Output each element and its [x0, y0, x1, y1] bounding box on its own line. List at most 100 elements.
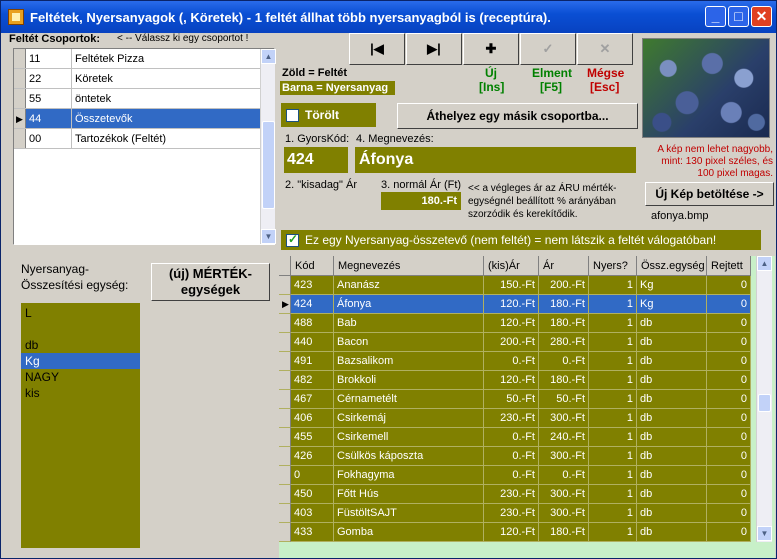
grid-cell[interactable]: Gomba	[334, 523, 484, 542]
grid-cell[interactable]: 150.-Ft	[484, 276, 539, 295]
grid-cell[interactable]: db	[637, 466, 707, 485]
grid-cell[interactable]: db	[637, 371, 707, 390]
grid-cell[interactable]: 300.-Ft	[539, 409, 589, 428]
grid-row[interactable]: 0 Fokhagyma 0.-Ft 0.-Ft 1 db 0	[279, 466, 756, 485]
grid-cell[interactable]: 440	[291, 333, 334, 352]
title-bar[interactable]: Feltétek, Nyersanyagok (, Köretek) - 1 f…	[1, 1, 776, 33]
grid-cell[interactable]: db	[637, 523, 707, 542]
grid-row[interactable]: 440 Bacon 200.-Ft 280.-Ft 1 db 0	[279, 333, 756, 352]
grid-cell[interactable]: 120.-Ft	[484, 523, 539, 542]
grid-cell[interactable]: 0	[707, 409, 751, 428]
scroll-thumb[interactable]	[262, 121, 275, 209]
grid-header-cell[interactable]: Rejtett	[707, 256, 751, 276]
grid-cell[interactable]: 200.-Ft	[484, 333, 539, 352]
grid-cell[interactable]: 426	[291, 447, 334, 466]
grid-cell[interactable]: 50.-Ft	[539, 390, 589, 409]
grid-row-selector[interactable]	[279, 352, 291, 371]
grid-cell[interactable]: 0.-Ft	[484, 466, 539, 485]
grid-cell[interactable]: 0	[707, 428, 751, 447]
normal-price-input[interactable]: 180.-Ft	[381, 192, 461, 210]
grid-cell[interactable]: db	[637, 485, 707, 504]
row-selector[interactable]: ▶	[14, 109, 26, 128]
grid-row[interactable]: 450 Főtt Hús 230.-Ft 300.-Ft 1 db 0	[279, 485, 756, 504]
grid-cell[interactable]: 424	[291, 295, 334, 314]
grid-cell[interactable]: 0	[707, 371, 751, 390]
grid-cell[interactable]: 423	[291, 276, 334, 295]
first-record-button[interactable]: |◀	[349, 33, 405, 65]
grid-row-selector[interactable]: ▶	[279, 295, 291, 314]
grid-cell[interactable]: 0	[707, 504, 751, 523]
grid-row-selector[interactable]	[279, 333, 291, 352]
group-row[interactable]: 00 Tartozékok (Feltét)	[14, 129, 260, 149]
grid-cell[interactable]: 0	[707, 390, 751, 409]
grid-row[interactable]: 455 Csirkemell 0.-Ft 240.-Ft 1 db 0	[279, 428, 756, 447]
grid-cell[interactable]: 403	[291, 504, 334, 523]
grid-cell[interactable]: db	[637, 428, 707, 447]
grid-cell[interactable]: 0.-Ft	[539, 352, 589, 371]
grid-scroll-thumb[interactable]	[758, 394, 771, 412]
grid-cell[interactable]: 0	[707, 314, 751, 333]
scroll-down-icon[interactable]: ▼	[261, 229, 276, 244]
grid-cell[interactable]: Bazsalikom	[334, 352, 484, 371]
grid-cell[interactable]: 0.-Ft	[539, 466, 589, 485]
grid-cell[interactable]: db	[637, 447, 707, 466]
row-selector[interactable]	[14, 69, 26, 88]
grid-scroll-down-icon[interactable]: ▼	[757, 526, 772, 541]
grid-cell[interactable]: 1	[589, 523, 637, 542]
grid-cell[interactable]: 0	[291, 466, 334, 485]
grid-row[interactable]: 491 Bazsalikom 0.-Ft 0.-Ft 1 db 0	[279, 352, 756, 371]
grid-cell[interactable]: Csülkös káposzta	[334, 447, 484, 466]
grid-row[interactable]: 488 Bab 120.-Ft 180.-Ft 1 db 0	[279, 314, 756, 333]
grid-cell[interactable]: 300.-Ft	[539, 504, 589, 523]
grid-cell[interactable]: 0	[707, 447, 751, 466]
unit-item[interactable]: NAGY	[21, 369, 140, 385]
maximize-button[interactable]: □	[728, 6, 749, 27]
grid-cell[interactable]: 1	[589, 390, 637, 409]
grid-cell[interactable]: Cérnametélt	[334, 390, 484, 409]
grid-row[interactable]: 403 FüstöltSAJT 230.-Ft 300.-Ft 1 db 0	[279, 504, 756, 523]
grid-row-selector[interactable]	[279, 428, 291, 447]
grid-header-cell[interactable]: Nyers?	[589, 256, 637, 276]
grid-cell[interactable]: 0.-Ft	[484, 447, 539, 466]
grid-cell[interactable]: Csirkemell	[334, 428, 484, 447]
grid-row[interactable]: 426 Csülkös káposzta 0.-Ft 300.-Ft 1 db 0	[279, 447, 756, 466]
grid-row-selector[interactable]	[279, 485, 291, 504]
grid-row-selector[interactable]	[279, 409, 291, 428]
grid-scroll-up-icon[interactable]: ▲	[757, 256, 772, 271]
unit-item[interactable]: L	[21, 305, 140, 321]
grid-cell[interactable]: 0.-Ft	[484, 352, 539, 371]
load-image-button[interactable]: Új Kép betöltése ->	[645, 182, 774, 206]
group-row[interactable]: 22 Köretek	[14, 69, 260, 89]
unit-item[interactable]: Kg	[21, 353, 140, 369]
minimize-button[interactable]: _	[705, 6, 726, 27]
grid-header-cell[interactable]: (kis)Ár	[484, 256, 539, 276]
grid-cell[interactable]: 1	[589, 485, 637, 504]
grid-cell[interactable]: Bab	[334, 314, 484, 333]
grid-cell[interactable]: 0.-Ft	[484, 428, 539, 447]
groups-scrollbar[interactable]: ▲ ▼	[260, 49, 276, 244]
grid-row-selector[interactable]	[279, 504, 291, 523]
close-button[interactable]: ✕	[751, 6, 772, 27]
grid-header-cell[interactable]: Ár	[539, 256, 589, 276]
grid-cell[interactable]: 0	[707, 485, 751, 504]
grid-row-selector[interactable]	[279, 390, 291, 409]
grid-cell[interactable]: 1	[589, 371, 637, 390]
grid-cell[interactable]: 120.-Ft	[484, 371, 539, 390]
grid-cell[interactable]: 180.-Ft	[539, 523, 589, 542]
grid-cell[interactable]: 1	[589, 352, 637, 371]
grid-cell[interactable]: 0	[707, 466, 751, 485]
grid-cell[interactable]: 1	[589, 314, 637, 333]
grid-cell[interactable]: FüstöltSAJT	[334, 504, 484, 523]
row-selector[interactable]	[14, 49, 26, 68]
grid-cell[interactable]: 180.-Ft	[539, 314, 589, 333]
unit-item[interactable]: kis	[21, 385, 140, 401]
grid-cell[interactable]: 491	[291, 352, 334, 371]
code-input[interactable]: 424	[284, 147, 348, 173]
grid-cell[interactable]: 300.-Ft	[539, 447, 589, 466]
grid-cell[interactable]: Csirkemáj	[334, 409, 484, 428]
grid-cell[interactable]: 120.-Ft	[484, 295, 539, 314]
grid-row[interactable]: 423 Ananász 150.-Ft 200.-Ft 1 Kg 0	[279, 276, 756, 295]
grid-cell[interactable]: 1	[589, 333, 637, 352]
grid-cell[interactable]: 1	[589, 447, 637, 466]
grid-cell[interactable]: 0	[707, 352, 751, 371]
